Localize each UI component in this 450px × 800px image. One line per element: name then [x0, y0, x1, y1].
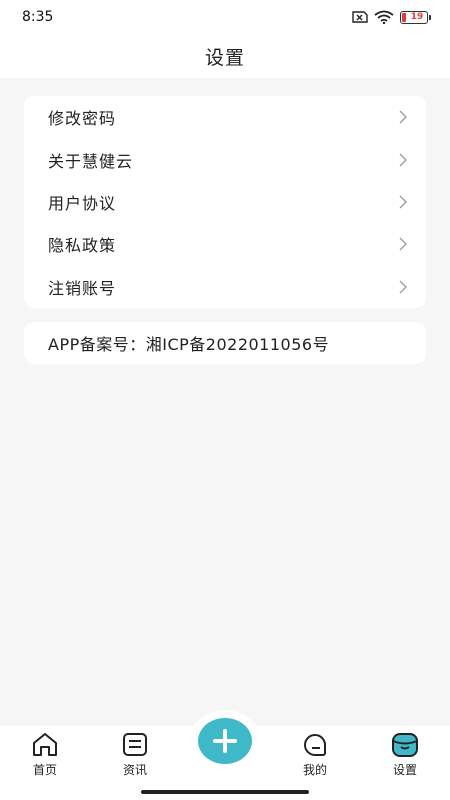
sim-error-icon	[352, 11, 368, 23]
tab-settings[interactable]: 设置	[360, 731, 450, 778]
profile-icon	[303, 734, 326, 756]
menu-item-user-agreement[interactable]: 用户协议	[24, 181, 426, 223]
menu-item-label: 修改密码	[48, 109, 117, 129]
chevron-right-icon	[399, 237, 407, 251]
tab-home[interactable]: 首页	[0, 731, 90, 778]
menu-item-change-password[interactable]: 修改密码	[24, 96, 426, 138]
status-bar: 8:35 19	[0, 0, 450, 34]
chevron-right-icon	[399, 110, 407, 124]
tab-label: 设置	[392, 763, 417, 777]
menu-item-label: 隐私政策	[48, 236, 117, 256]
home-icon	[33, 733, 57, 756]
menu-item-label: 关于慧健云	[48, 151, 134, 171]
tab-label: 首页	[32, 763, 57, 777]
wifi-icon	[374, 10, 394, 24]
tab-label: 我的	[302, 763, 327, 777]
status-icons: 19	[350, 10, 431, 24]
news-icon	[123, 733, 147, 756]
add-button[interactable]	[198, 718, 252, 764]
tab-profile[interactable]: 我的	[270, 731, 360, 778]
title-bar: 设置	[0, 34, 450, 78]
tab-label: 资讯	[122, 763, 147, 777]
settings-menu-card: 修改密码 关于慧健云 用户协议 隐私政策 注销账号	[24, 96, 426, 308]
menu-item-about[interactable]: 关于慧健云	[24, 138, 426, 180]
menu-item-privacy-policy[interactable]: 隐私政策	[24, 223, 426, 265]
battery-level: 19	[410, 12, 424, 22]
tab-news[interactable]: 资讯	[90, 731, 180, 778]
battery-icon: 19	[400, 10, 431, 24]
menu-item-delete-account[interactable]: 注销账号	[24, 266, 426, 308]
menu-item-label: 用户协议	[48, 193, 117, 213]
chevron-right-icon	[399, 195, 407, 209]
home-indicator	[141, 790, 309, 794]
menu-item-label: 注销账号	[48, 278, 117, 298]
status-time: 8:35	[22, 9, 54, 25]
page-title: 设置	[204, 46, 245, 69]
icp-record-card: APP备案号：湘ICP备2022011056号	[24, 322, 426, 364]
chevron-right-icon	[399, 153, 407, 167]
plus-icon	[213, 729, 237, 753]
icp-record-text: APP备案号：湘ICP备2022011056号	[48, 335, 330, 354]
chevron-right-icon	[399, 280, 407, 294]
settings-icon	[392, 733, 418, 757]
